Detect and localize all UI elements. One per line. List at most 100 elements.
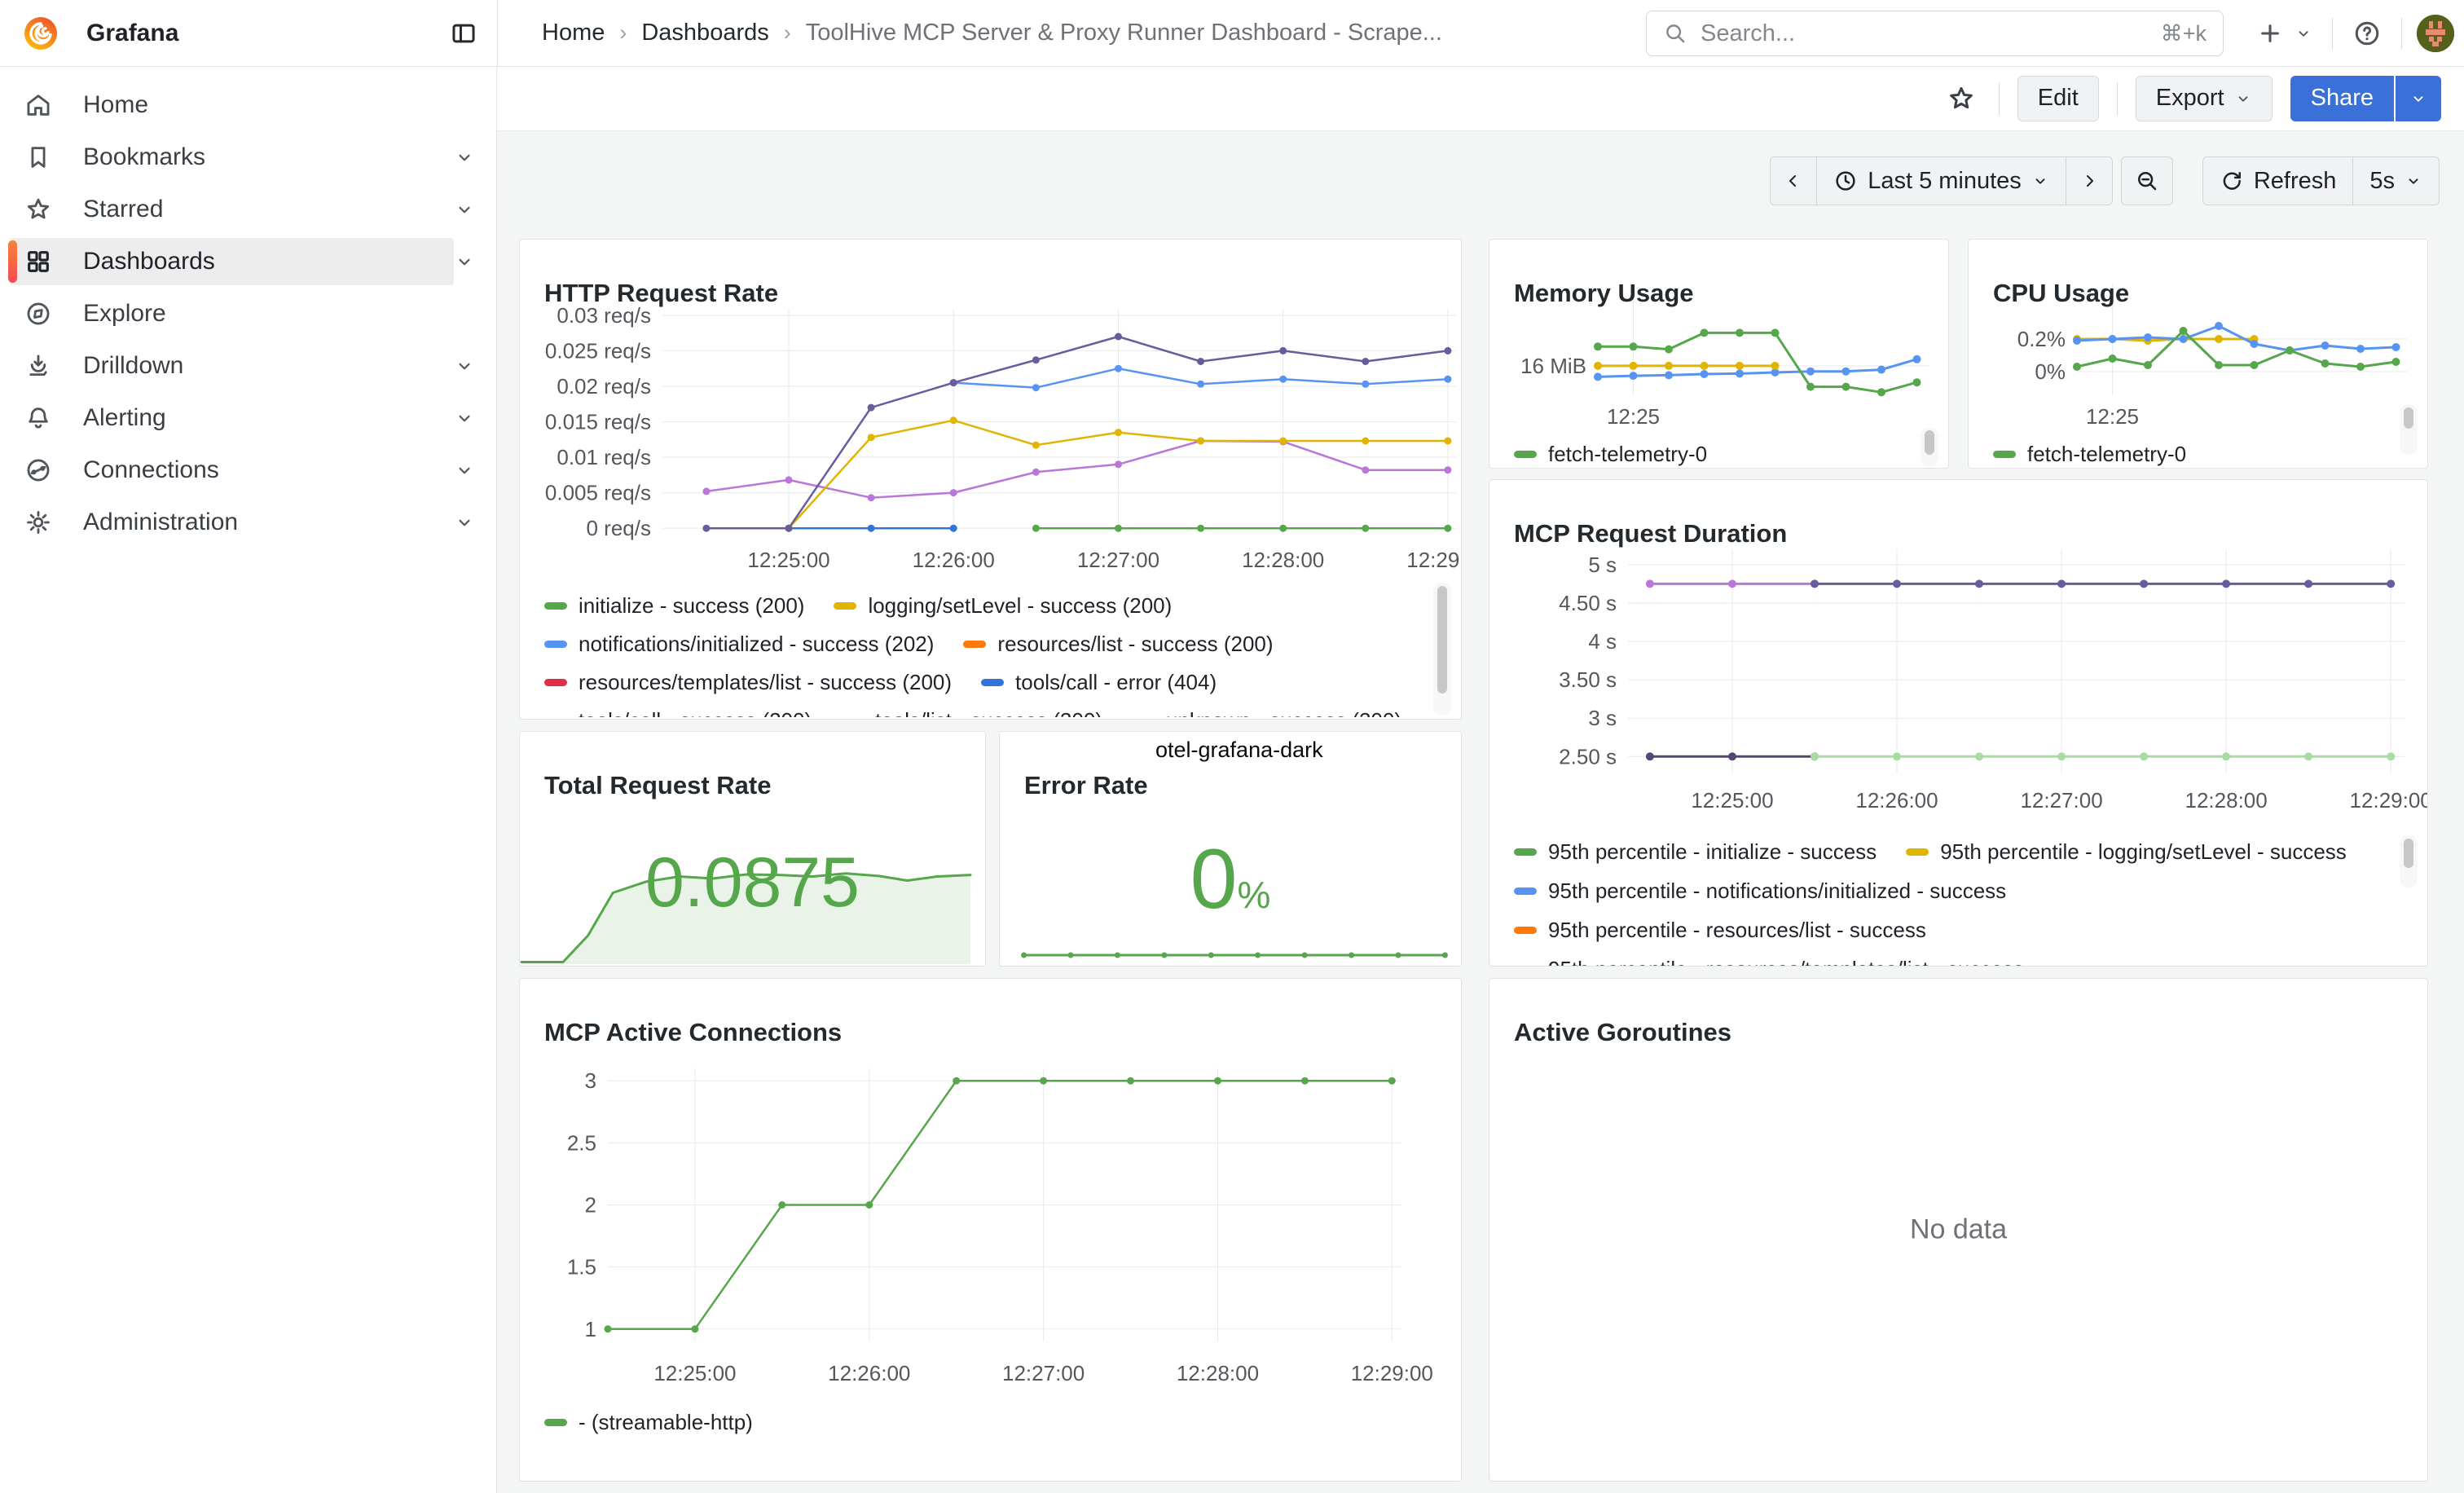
legend-label: fetch-telemetry-0	[1548, 442, 1707, 467]
divider	[1999, 82, 2000, 115]
add-button[interactable]	[2251, 14, 2290, 53]
legend-scrollbar-thumb[interactable]	[1925, 430, 1934, 455]
legend-label: resources/list - success (200)	[997, 632, 1273, 657]
svg-text:0.02 req/s: 0.02 req/s	[557, 374, 651, 399]
panel-title: HTTP Request Rate	[544, 279, 778, 308]
drilldown-icon	[24, 352, 52, 380]
connections-icon	[24, 456, 52, 484]
sidebar-item-home[interactable]: Home	[0, 79, 496, 131]
legend-item[interactable]: 95th percentile - logging/setLevel - suc…	[1906, 839, 2347, 865]
panel-mcp-request-duration: MCP Request Duration 2.50 s3 s3.50 s4 s4…	[1489, 479, 2428, 967]
search-input[interactable]: Search... ⌘+k	[1646, 11, 2224, 56]
chevron-left-icon	[1784, 171, 1803, 191]
edit-button[interactable]: Edit	[2017, 76, 2099, 121]
svg-text:12:28:00: 12:28:00	[2185, 788, 2268, 813]
legend-item[interactable]: tools/call - success (200)	[544, 708, 812, 717]
clock-icon	[1833, 169, 1858, 193]
svg-text:12:26:00: 12:26:00	[913, 548, 995, 572]
panel-title: MCP Active Connections	[544, 1018, 842, 1047]
legend-item[interactable]: notifications/initialized - success (202…	[544, 632, 934, 657]
panel-title: Total Request Rate	[544, 771, 771, 800]
time-shift-back-button[interactable]	[1770, 156, 1817, 205]
sidebar-item-alerting[interactable]: Alerting	[0, 392, 496, 444]
legend-swatch	[544, 679, 567, 686]
divider	[2332, 18, 2333, 49]
chevron-down-icon[interactable]	[454, 199, 475, 220]
legend-item[interactable]: - (streamable-http)	[544, 1410, 753, 1435]
legend-item[interactable]: 95th percentile - initialize - success	[1514, 839, 1877, 865]
avatar[interactable]	[2417, 15, 2454, 52]
legend-item[interactable]: 95th percentile - resources/templates/li…	[1514, 957, 2024, 967]
chevron-down-icon[interactable]	[454, 407, 475, 429]
chevron-down-icon[interactable]	[454, 460, 475, 481]
panel-error-rate: Error Rate 0%	[999, 731, 1462, 967]
legend-label: logging/setLevel - success (200)	[868, 593, 1172, 619]
svg-text:3 s: 3 s	[1588, 706, 1617, 730]
svg-text:0.01 req/s: 0.01 req/s	[557, 445, 651, 469]
legend-item[interactable]: fetch-telemetry-0	[1514, 442, 1707, 467]
stat-unit: %	[1237, 874, 1270, 916]
refresh-interval-picker[interactable]: 5s	[2353, 156, 2440, 205]
legend-swatch	[1993, 451, 2016, 458]
panel-active-goroutines: Active Goroutines No data	[1489, 978, 2428, 1482]
legend-swatch	[1514, 887, 1537, 895]
legend-item[interactable]: unknown - success (200)	[1132, 708, 1401, 717]
legend-item[interactable]: logging/setLevel - success (200)	[834, 593, 1172, 619]
sidebar-item-administration[interactable]: Administration	[0, 496, 496, 548]
add-chevron-down-icon[interactable]	[2290, 14, 2317, 53]
breadcrumb: Home › Dashboards › ToolHive MCP Server …	[542, 0, 1442, 66]
sidebar-item-explore[interactable]: Explore	[0, 288, 496, 340]
svg-text:0.2%: 0.2%	[2017, 327, 2066, 351]
svg-text:4.50 s: 4.50 s	[1559, 591, 1617, 615]
time-range-picker[interactable]: Last 5 minutes	[1817, 156, 2066, 205]
breadcrumb-separator: ›	[619, 20, 627, 46]
svg-text:5 s: 5 s	[1588, 553, 1617, 577]
chevron-down-icon[interactable]	[454, 147, 475, 168]
share-button[interactable]: Share	[2290, 76, 2394, 121]
search-icon	[1663, 21, 1687, 46]
zoom-out-button[interactable]	[2121, 156, 2173, 205]
breadcrumb-home[interactable]: Home	[542, 20, 605, 46]
legend-item[interactable]: resources/templates/list - success (200)	[544, 670, 952, 695]
legend-scrollbar-thumb[interactable]	[2404, 407, 2413, 429]
export-button[interactable]: Export	[2136, 76, 2273, 121]
svg-text:12:26:00: 12:26:00	[1855, 788, 1938, 813]
legend-swatch	[834, 602, 856, 610]
help-button[interactable]	[2347, 14, 2387, 53]
legend-label: initialize - success (200)	[579, 593, 804, 619]
sidebar-item-dashboards[interactable]: Dashboards	[0, 236, 496, 288]
sidebar-collapse-icon[interactable]	[448, 18, 479, 49]
sidebar-item-connections[interactable]: Connections	[0, 444, 496, 496]
star-button[interactable]	[1942, 79, 1981, 118]
share-chevron-button[interactable]	[2396, 76, 2441, 121]
gear-icon	[24, 509, 52, 536]
legend-item[interactable]: initialize - success (200)	[544, 593, 804, 619]
sidebar-item-starred[interactable]: Starred	[0, 183, 496, 236]
legend-scrollbar-thumb[interactable]	[1437, 586, 1447, 694]
chevron-down-icon[interactable]	[454, 512, 475, 533]
legend-swatch	[1514, 451, 1537, 458]
sidebar-item-drilldown[interactable]: Drilldown	[0, 340, 496, 392]
legend-item[interactable]: fetch-telemetry-0	[1993, 442, 2186, 467]
breadcrumb-current: ToolHive MCP Server & Proxy Runner Dashb…	[806, 20, 1442, 46]
legend-item[interactable]: tools/list - success (200)	[841, 708, 1102, 717]
chevron-down-icon[interactable]	[454, 355, 475, 377]
breadcrumb-dashboards[interactable]: Dashboards	[641, 20, 768, 46]
legend-item[interactable]: tools/call - error (404)	[981, 670, 1217, 695]
time-shift-forward-button[interactable]	[2066, 156, 2113, 205]
legend-item[interactable]: 95th percentile - notifications/initiali…	[1514, 879, 2006, 904]
bell-icon	[24, 404, 52, 432]
legend-item[interactable]: resources/list - success (200)	[963, 632, 1273, 657]
sidebar-item-bookmarks[interactable]: Bookmarks	[0, 131, 496, 183]
svg-text:1.5: 1.5	[567, 1255, 596, 1279]
refresh-button[interactable]: Refresh	[2202, 156, 2354, 205]
svg-text:3: 3	[585, 1068, 596, 1093]
sidebar: Home Bookmarks Starred Dashboards	[0, 66, 497, 1493]
legend-item[interactable]: 95th percentile - resources/list - succe…	[1514, 918, 1926, 943]
svg-text:0 req/s: 0 req/s	[587, 516, 652, 540]
legend-label: resources/templates/list - success (200)	[579, 670, 952, 695]
chevron-down-icon[interactable]	[454, 251, 475, 272]
refresh-icon	[2220, 169, 2244, 193]
legend-scrollbar-thumb[interactable]	[2404, 839, 2413, 868]
cpu-legend: fetch-telemetry-0	[1993, 442, 2391, 468]
